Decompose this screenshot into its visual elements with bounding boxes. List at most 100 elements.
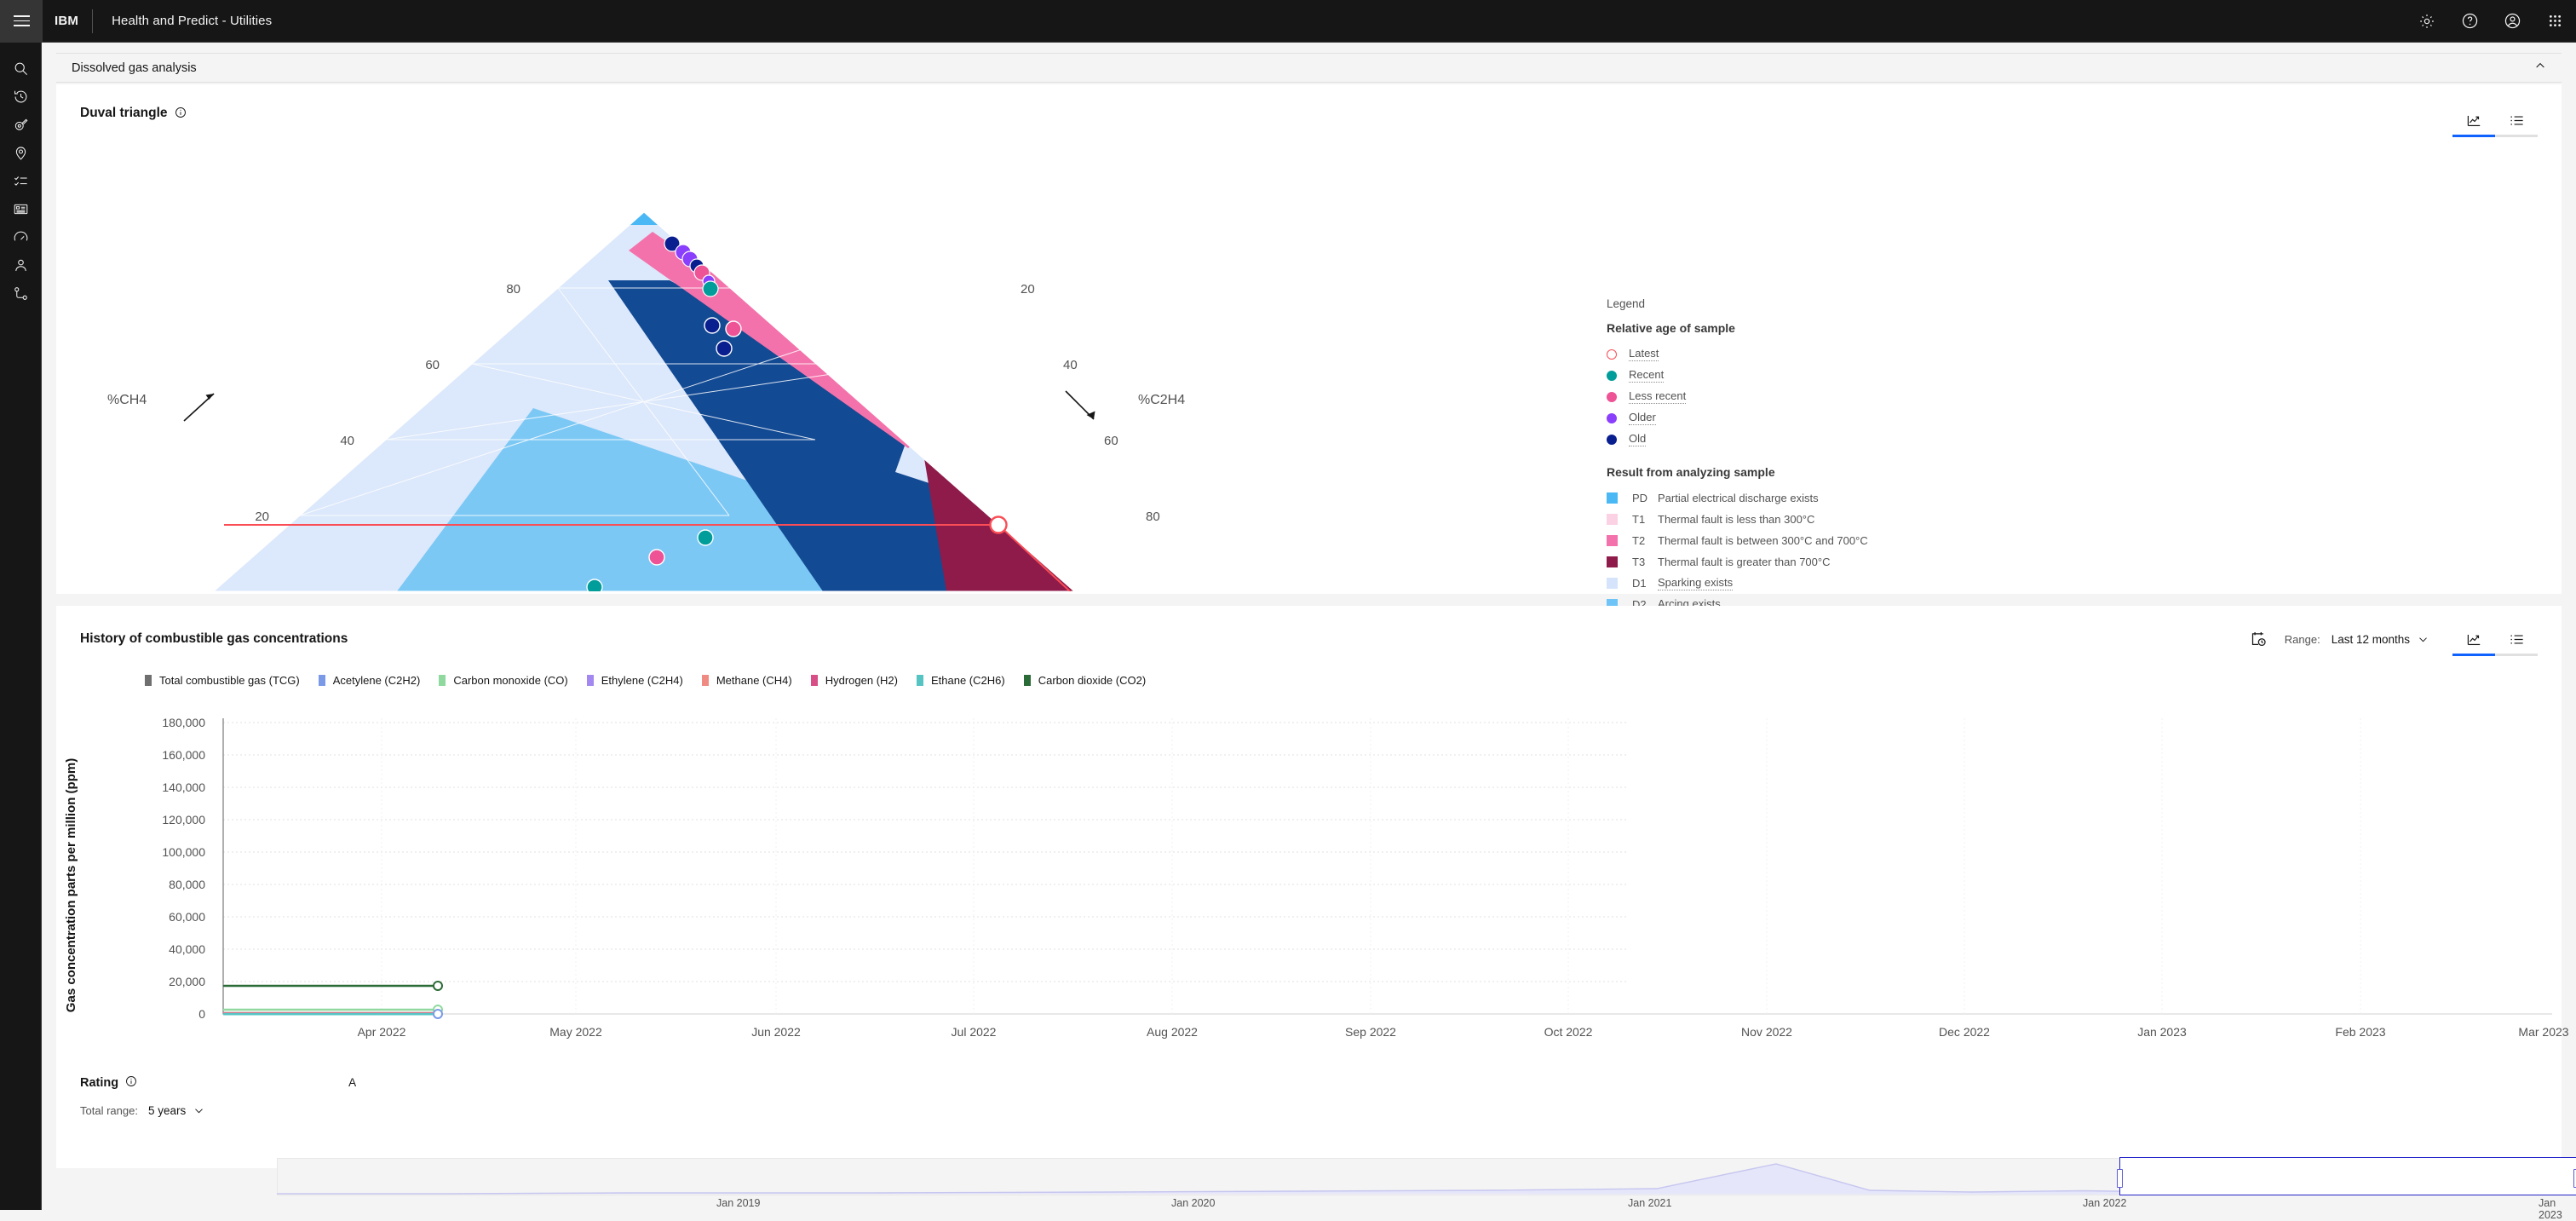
settings-button[interactable] (2406, 0, 2448, 43)
y-tick: 180,000 (162, 716, 205, 729)
y-axis-title: Gas concentration parts per million (ppm… (64, 758, 78, 1012)
series-legend-item-h2[interactable]: Hydrogen (H2) (810, 674, 898, 687)
series-legend-item-c2h2[interactable]: Acetylene (C2H2) (318, 674, 420, 687)
legend-item-old[interactable]: Old (1607, 429, 2203, 450)
app-switcher-icon (2549, 14, 2561, 27)
range-dropdown[interactable]: Last 12 months (2330, 630, 2430, 649)
timeline-brush[interactable]: Jan 2019 Jan 2020 Jan 2021 Jan 2022 Jan … (277, 1157, 2576, 1221)
timeline-selection[interactable] (2119, 1157, 2576, 1195)
user-profile-button[interactable] (2491, 0, 2533, 43)
sidebar-item-assets[interactable] (0, 195, 42, 223)
gauge-icon (14, 231, 28, 241)
id-card-icon (14, 204, 28, 215)
duval-point[interactable] (725, 320, 742, 337)
duval-point[interactable] (586, 579, 603, 591)
y-tick: 120,000 (162, 813, 205, 826)
dissolved-gas-analysis-accordion[interactable]: Dissolved gas analysis (56, 53, 2562, 83)
sidebar-item-people[interactable] (0, 251, 42, 279)
series-legend-item-c2h4[interactable]: Ethylene (C2H4) (586, 674, 683, 687)
hamburger-menu-button[interactable] (0, 0, 43, 43)
series-endpoint-c2h2[interactable] (433, 1009, 443, 1019)
range-label: Range: (2284, 632, 2320, 646)
app-header: IBM Health and Predict - Utilities (0, 0, 2576, 43)
chevron-up-icon[interactable] (2534, 60, 2546, 76)
total-range-value: 5 years (147, 1104, 187, 1117)
legend-item-pd[interactable]: PD Partial electrical discharge exists (1607, 487, 2203, 509)
y-tick: 160,000 (162, 748, 205, 762)
timeline-handle-left[interactable] (2117, 1169, 2123, 1188)
series-legend-item-co2[interactable]: Carbon dioxide (CO2) (1023, 674, 1146, 687)
app-switcher-button[interactable] (2533, 0, 2576, 43)
sidebar-item-search[interactable] (0, 55, 42, 83)
tri-tick-ch4-40: 40 (340, 434, 354, 448)
series-endpoint-co2[interactable] (433, 981, 443, 991)
duval-point[interactable] (648, 549, 665, 566)
help-button[interactable] (2448, 0, 2491, 43)
x-tick: May 2022 (549, 1025, 602, 1039)
legend-item-t1[interactable]: T1 Thermal fault is less than 300°C (1607, 509, 2203, 530)
series-legend-item-tcg[interactable]: Total combustible gas (TCG) (145, 674, 300, 687)
chevron-down-icon (2419, 636, 2427, 642)
total-range-dropdown[interactable]: 5 years (148, 1104, 204, 1117)
legend-item-recent[interactable]: Recent (1607, 365, 2203, 386)
x-gridlines (381, 718, 2361, 1014)
legend-swatch (1607, 348, 1617, 360)
duval-point[interactable] (697, 529, 714, 546)
legend-item-t3[interactable]: T3 Thermal fault is greater than 700°C (1607, 551, 2203, 573)
duval-point[interactable] (704, 317, 721, 334)
tri-tick-ch4-60: 60 (425, 358, 440, 372)
sidebar-item-history[interactable] (0, 83, 42, 111)
sidebar-item-meters[interactable] (0, 223, 42, 251)
x-tick: Dec 2022 (1939, 1025, 1990, 1039)
y-axis-ticks: 180,000 160,000 140,000 120,000 100,000 … (162, 716, 205, 1021)
history-series-endpoints[interactable] (433, 981, 443, 1019)
rating-header-row: Rating A (56, 1057, 2562, 1091)
legend-age-title: Relative age of sample (1607, 321, 1735, 335)
series-legend-item-co[interactable]: Carbon monoxide (CO) (439, 674, 568, 687)
series-swatch (145, 675, 152, 686)
legend-item-less-recent[interactable]: Less recent (1607, 386, 2203, 407)
x-tick: Jul 2022 (952, 1025, 997, 1039)
duval-point-latest[interactable] (989, 515, 1008, 534)
duval-list-view-button[interactable] (2495, 106, 2538, 137)
legend-code: T3 (1632, 556, 1646, 568)
legend-item-older[interactable]: Older (1607, 407, 2203, 429)
duval-point[interactable] (702, 280, 719, 297)
history-list-view-button[interactable] (2495, 625, 2538, 656)
sidebar-item-locations[interactable] (0, 139, 42, 167)
tri-tick-ch4-80: 80 (506, 282, 520, 297)
axis-label-ch4: %CH4 (107, 393, 147, 407)
information-icon[interactable] (175, 107, 187, 123)
legend-item-latest[interactable]: Latest (1607, 343, 2203, 365)
sidebar-item-workflow[interactable] (0, 279, 42, 308)
legend-item-d1[interactable]: D1 Sparking exists (1607, 573, 2203, 594)
series-label: Ethane (C2H6) (930, 674, 1005, 687)
location-icon (15, 147, 26, 160)
sidebar-item-tags[interactable] (0, 111, 42, 139)
left-navigation-rail (0, 43, 42, 1210)
legend-code: D1 (1632, 577, 1647, 590)
sidebar-item-tasks[interactable] (0, 167, 42, 195)
information-icon[interactable] (125, 1075, 137, 1091)
legend-item-t2[interactable]: T2 Thermal fault is between 300°C and 70… (1607, 530, 2203, 551)
calendar-time-button[interactable] (2244, 625, 2273, 654)
series-legend-item-ch4[interactable]: Methane (CH4) (701, 674, 792, 687)
calendar-time-icon (2251, 632, 2266, 647)
x-tick: Sep 2022 (1345, 1025, 1396, 1039)
duval-triangle-plot[interactable]: 80 60 40 20 20 40 60 80 80 60 40 20 %CH4… (56, 131, 1590, 591)
series-legend-item-c2h6[interactable]: Ethane (C2H6) (916, 674, 1005, 687)
header-actions (2406, 0, 2576, 43)
history-line-chart[interactable]: Gas concentration parts per million (ppm… (56, 715, 2576, 1047)
history-series-lines[interactable] (222, 984, 440, 1016)
history-card-header: History of combustible gas concentration… (56, 606, 2562, 656)
duval-point[interactable] (716, 340, 733, 357)
legend-label: Older (1629, 411, 1656, 425)
x-tick: Feb 2023 (2335, 1025, 2385, 1039)
history-chart-view-button[interactable] (2452, 625, 2495, 656)
series-swatch (1023, 675, 1031, 686)
duval-chart-view-button[interactable] (2452, 106, 2495, 137)
user-avatar-icon (2504, 13, 2520, 29)
total-range-label: Total range: (80, 1104, 138, 1117)
series-swatch (916, 675, 923, 686)
rating-title: Rating (80, 1075, 119, 1090)
